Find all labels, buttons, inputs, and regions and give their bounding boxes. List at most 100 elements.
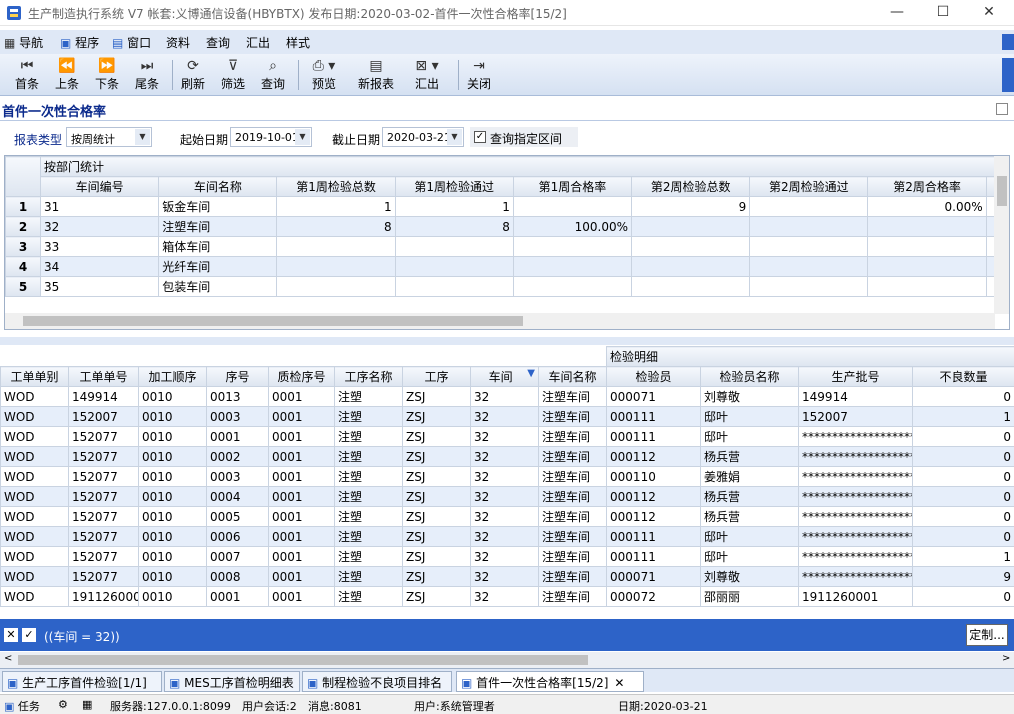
table-cell[interactable]: 32 [470,386,539,407]
table-row[interactable]: WOD 152077 0010 0006 0001 注塑 ZSJ 32 注塑车间 000111 邸叶… [0,526,1014,547]
table-cell[interactable]: 箱体车间 [158,236,278,257]
table-cell[interactable]: 100.00% [512,216,633,237]
table-row[interactable]: 3 33 箱体车间 [5,236,1009,257]
prev-record-button[interactable]: ⏪ 上条 [48,57,86,93]
table-cell[interactable]: 注塑车间 [537,546,608,567]
table-cell[interactable]: 钣金车间 [158,196,278,217]
close-tab-icon[interactable]: ✕ [614,676,624,690]
table-cell[interactable]: ZSJ [402,466,471,487]
table-cell[interactable] [631,216,751,237]
table-cell[interactable]: 149914 [798,386,914,407]
column-header[interactable]: 第2周合格率 [867,176,987,197]
table-cell[interactable]: 邵丽丽 [700,586,800,607]
table-cell[interactable]: 注塑车间 [537,386,608,407]
table-cell[interactable]: 注塑车间 [537,586,608,607]
table-cell[interactable]: 0008 [206,566,269,587]
table-cell[interactable]: 注塑 [334,586,403,607]
table-cell[interactable]: 0006 [206,526,269,547]
toolbar-overflow-handle[interactable] [1002,58,1014,92]
column-header[interactable]: 车间编号 [40,176,160,197]
table-row[interactable]: 1 31 钣金车间 1 1 9 0.00% [5,196,1009,217]
tab-first-article-inspection[interactable]: ▣ 生产工序首件检验[1/1] [2,671,162,692]
column-filter-icon[interactable]: ▼ [527,368,535,379]
table-cell[interactable]: ZSJ [402,586,471,607]
table-cell[interactable] [512,196,633,217]
table-cell[interactable]: ZSJ [402,526,471,547]
table-cell[interactable]: 152077 [68,446,139,467]
table-cell[interactable]: 0010 [138,506,207,527]
chevron-left-icon[interactable]: < [4,653,12,664]
table-cell[interactable]: 152007 [798,406,914,427]
table-row[interactable]: WOD 152077 0010 0004 0001 注塑 ZSJ 32 注塑车间 000112 杨兵… [0,486,1014,507]
minimize-button[interactable]: — [874,0,920,26]
table-cell[interactable]: 000071 [606,566,702,587]
table-row[interactable]: WOD 191126000 0010 0001 0001 注塑 ZSJ 32 注塑车间 00007… [0,586,1014,607]
table-cell[interactable]: WOD [0,486,69,507]
column-header[interactable]: 生产批号 [798,366,914,387]
panel-restore-icon[interactable] [996,103,1008,115]
table-cell[interactable]: 0001 [268,446,335,467]
table-cell[interactable]: 152077 [68,506,139,527]
table-cell[interactable]: 注塑 [334,386,403,407]
table-cell[interactable]: 邸叶 [700,426,800,447]
query-button[interactable]: ⌕ 查询 [254,57,292,93]
table-cell[interactable]: 注塑 [334,406,403,427]
table-cell[interactable]: 000071 [606,386,702,407]
table-cell[interactable] [631,236,751,257]
tab-defect-ranking[interactable]: ▣ 制程检验不良项目排名 [302,671,452,692]
table-cell[interactable]: 0010 [138,486,207,507]
table-cell[interactable]: 姜雅娟 [700,466,800,487]
vertical-scrollbar[interactable] [994,156,1009,314]
table-cell[interactable]: 000110 [606,466,702,487]
table-cell[interactable]: 光纤车间 [158,256,278,277]
table-cell[interactable] [631,276,751,297]
row-number[interactable]: 2 [5,216,42,237]
table-cell[interactable]: 1 [394,196,514,217]
row-number[interactable]: 1 [5,196,42,217]
preview-button[interactable]: ⎙ ▾ 预览 [302,57,346,93]
table-cell[interactable]: 0001 [268,506,335,527]
table-cell[interactable] [512,236,633,257]
column-header[interactable]: 车间名称 [158,176,278,197]
table-cell[interactable]: 32 [470,426,539,447]
table-cell[interactable]: 0013 [206,386,269,407]
menu-data[interactable]: 资料 [166,34,190,51]
table-cell[interactable]: 32 [470,506,539,527]
table-cell[interactable]: ******************** [798,506,914,527]
tab-mes-inspection-detail[interactable]: ▣ MES工序首检明细表 [164,671,300,692]
table-cell[interactable] [749,236,869,257]
table-cell[interactable]: 邸叶 [700,406,800,427]
table-cell[interactable]: 0010 [138,446,207,467]
table-cell[interactable]: 0007 [206,546,269,567]
column-header[interactable]: 第1周合格率 [512,176,633,197]
table-cell[interactable] [512,256,633,277]
column-header[interactable]: 加工顺序 [138,366,207,387]
table-cell[interactable]: 注塑车间 [537,446,608,467]
table-cell[interactable]: WOD [0,386,69,407]
customize-filter-button[interactable]: 定制... [966,624,1008,646]
column-header[interactable]: 工序名称 [334,366,403,387]
horizontal-scrollbar[interactable]: < > [0,652,1014,668]
table-cell[interactable]: 32 [470,486,539,507]
table-cell[interactable]: 152077 [68,466,139,487]
table-cell[interactable]: 1911260001 [798,586,914,607]
table-cell[interactable]: WOD [0,546,69,567]
table-cell[interactable]: ******************** [798,486,914,507]
table-cell[interactable]: ******************** [798,466,914,487]
table-cell[interactable]: 32 [470,446,539,467]
table-cell[interactable]: ZSJ [402,386,471,407]
range-checkbox-group[interactable]: ✓ 查询指定区间 [470,127,578,147]
table-cell[interactable]: 杨兵营 [700,446,800,467]
table-cell[interactable]: 0001 [206,586,269,607]
table-row[interactable]: WOD 152077 0010 0003 0001 注塑 ZSJ 32 注塑车间 000110 姜雅… [0,466,1014,487]
table-cell[interactable] [749,256,869,277]
table-cell[interactable]: 注塑车间 [537,566,608,587]
table-cell[interactable]: 152077 [68,426,139,447]
table-cell[interactable]: 0 [912,586,1014,607]
column-header[interactable]: 车间 ▼ [470,366,539,387]
table-cell[interactable]: 1 [276,196,396,217]
row-number[interactable]: 5 [5,276,42,297]
menu-overflow-handle[interactable] [1002,34,1014,50]
table-cell[interactable] [749,196,869,217]
settings-icon[interactable]: ⚙ [58,698,68,711]
